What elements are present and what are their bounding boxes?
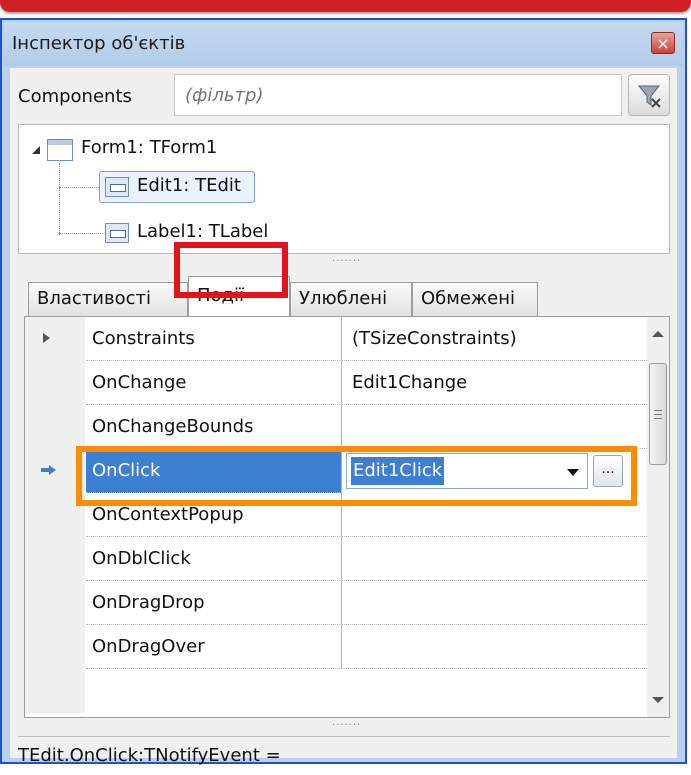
close-button[interactable]: × bbox=[651, 32, 675, 54]
property-name: OnChange bbox=[86, 361, 342, 405]
title-bar[interactable]: Інспектор об'єктів × bbox=[4, 22, 683, 66]
edit-component-icon bbox=[105, 177, 129, 197]
status-bar: TEdit.OnClick:TNotifyEvent = bbox=[18, 736, 670, 775]
property-name: OnChangeBounds bbox=[86, 405, 342, 449]
property-name: Constraints bbox=[86, 317, 342, 361]
expand-arrow-icon[interactable] bbox=[43, 333, 50, 343]
components-label: Components bbox=[18, 86, 132, 107]
scroll-down-icon[interactable] bbox=[652, 697, 664, 703]
top-banner bbox=[0, 0, 691, 16]
grid-row-ondragover[interactable]: OnDragOver bbox=[25, 625, 647, 669]
grid-row-constraints[interactable]: Constraints (TSizeConstraints) bbox=[25, 317, 647, 361]
tree-node-edit1[interactable]: Edit1: TEdit bbox=[137, 175, 241, 196]
grid-row-empty bbox=[25, 669, 647, 713]
property-value[interactable] bbox=[342, 625, 647, 669]
inspector-body: Components Form1: TForm1 Edit1: TEdit La… bbox=[10, 68, 677, 766]
grid-row-onchange[interactable]: OnChange Edit1Change bbox=[25, 361, 647, 405]
clear-filter-button[interactable] bbox=[628, 74, 670, 116]
tree-node-label1[interactable]: Label1: TLabel bbox=[137, 221, 268, 242]
onclick-row-highlight bbox=[76, 446, 637, 506]
property-value[interactable]: Edit1Change bbox=[342, 361, 647, 405]
property-value[interactable] bbox=[342, 581, 647, 625]
grid-row-ondblclick[interactable]: OnDblClick bbox=[25, 537, 647, 581]
splitter-grip-bottom[interactable]: ······· bbox=[332, 720, 361, 731]
inspector-tabs: Властивості Події Улюблені Обмежені bbox=[10, 276, 677, 316]
property-value[interactable]: (TSizeConstraints) bbox=[342, 317, 647, 361]
property-value[interactable] bbox=[342, 405, 647, 449]
window-title: Інспектор об'єктів bbox=[12, 33, 186, 54]
tree-node-form1[interactable]: Form1: TForm1 bbox=[81, 137, 217, 158]
events-tab-highlight bbox=[174, 242, 288, 298]
form-icon bbox=[47, 139, 73, 161]
scroll-up-icon[interactable] bbox=[652, 331, 664, 337]
property-name: OnDragOver bbox=[86, 625, 342, 669]
filter-field[interactable] bbox=[174, 74, 641, 116]
expanded-triangle-icon bbox=[32, 146, 40, 154]
label-component-icon bbox=[105, 223, 129, 243]
grid-row-ondragdrop[interactable]: OnDragDrop bbox=[25, 581, 647, 625]
vertical-scrollbar[interactable] bbox=[647, 317, 669, 717]
current-row-arrow-icon bbox=[41, 465, 56, 475]
scrollbar-thumb[interactable] bbox=[649, 363, 667, 465]
property-value[interactable] bbox=[342, 537, 647, 581]
component-tree[interactable]: Form1: TForm1 Edit1: TEdit Label1: TLabe… bbox=[18, 124, 670, 254]
filter-input[interactable] bbox=[175, 75, 641, 115]
tab-properties[interactable]: Властивості bbox=[28, 282, 188, 316]
tab-favorites[interactable]: Улюблені bbox=[290, 282, 412, 316]
filter-clear-icon bbox=[637, 85, 661, 108]
splitter-grip[interactable]: ······· bbox=[332, 256, 361, 267]
grid-row-onchangebounds[interactable]: OnChangeBounds bbox=[25, 405, 647, 449]
tab-restricted[interactable]: Обмежені bbox=[412, 282, 538, 316]
object-inspector-window: Інспектор об'єктів × Components Form1: T… bbox=[0, 18, 687, 766]
property-name: OnDblClick bbox=[86, 537, 342, 581]
events-grid: Constraints (TSizeConstraints) OnChange … bbox=[24, 316, 670, 718]
property-name: OnDragDrop bbox=[86, 581, 342, 625]
